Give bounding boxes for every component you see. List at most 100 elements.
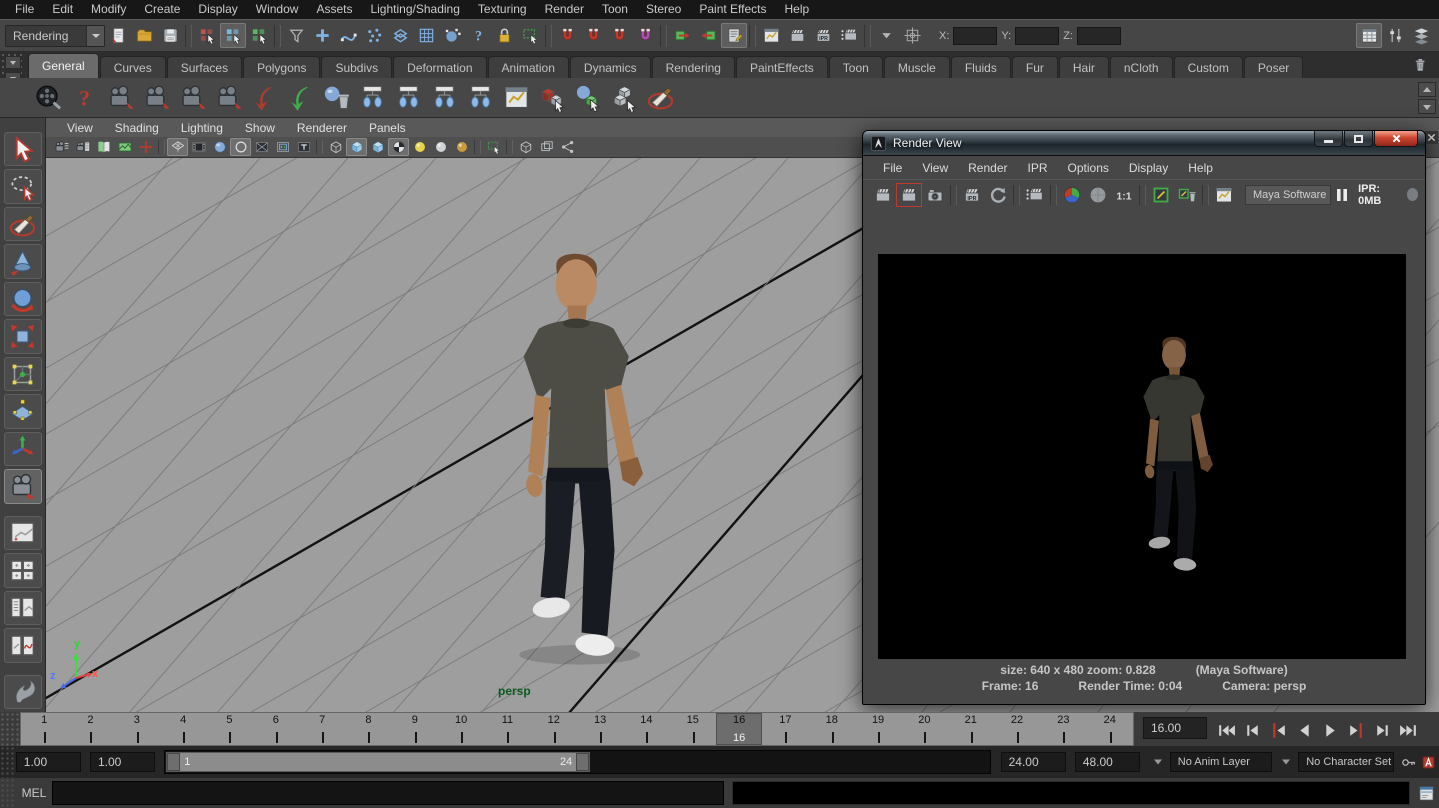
- menu-edit[interactable]: Edit: [43, 0, 82, 19]
- timeline-frame-21[interactable]: 21: [948, 713, 994, 745]
- timeline-frame-4[interactable]: 4: [160, 713, 206, 745]
- snap-curve-icon[interactable]: [335, 23, 361, 48]
- menu-modify[interactable]: Modify: [82, 0, 135, 19]
- menu-stereo[interactable]: Stereo: [637, 0, 690, 19]
- paint-effects-icon[interactable]: [642, 81, 678, 115]
- outliner-persp-layout-button[interactable]: [4, 591, 42, 625]
- alpha-channel-icon[interactable]: [1085, 183, 1111, 207]
- shading-network-icon[interactable]: [390, 81, 426, 115]
- timeline-frame-2[interactable]: 2: [67, 713, 113, 745]
- channel-box-toggle-icon[interactable]: [1356, 23, 1382, 48]
- textured-icon[interactable]: [388, 138, 409, 156]
- timeline-frame-1[interactable]: 1: [21, 713, 67, 745]
- shelf-tab-dynamics[interactable]: Dynamics: [570, 56, 651, 78]
- panel-menu-renderer[interactable]: Renderer: [286, 121, 358, 135]
- timeline-frame-13[interactable]: 13: [577, 713, 623, 745]
- shelf-tab-fur[interactable]: Fur: [1012, 56, 1058, 78]
- mel-command-input[interactable]: [52, 781, 724, 805]
- snapshot-icon[interactable]: [922, 183, 948, 207]
- go-to-end-button[interactable]: [1395, 717, 1421, 744]
- chevron-down-icon[interactable]: [86, 26, 104, 46]
- selection-mask-icon[interactable]: [283, 23, 309, 48]
- snap-magnet-plane-icon[interactable]: [632, 23, 658, 48]
- select-component-icon[interactable]: [246, 23, 272, 48]
- timeline-frame-16[interactable]: 1616: [716, 713, 762, 745]
- move-tool[interactable]: [4, 244, 42, 278]
- use-all-lights-icon[interactable]: [409, 138, 430, 156]
- textured-lights-icon[interactable]: [451, 138, 472, 156]
- shelf-tab-ncloth[interactable]: nCloth: [1110, 56, 1173, 78]
- select-tool[interactable]: [4, 132, 42, 166]
- transform-mode-icon[interactable]: [899, 23, 925, 48]
- scroll-down-icon[interactable]: [1418, 99, 1436, 114]
- time-slider[interactable]: 1234567891011121314151616171819202122232…: [20, 712, 1134, 746]
- animation-end-field[interactable]: 48.00: [1075, 752, 1140, 772]
- camera-tilt-icon[interactable]: [174, 81, 210, 115]
- scroll-up-icon[interactable]: [1418, 82, 1436, 97]
- timeline-frame-18[interactable]: 18: [809, 713, 855, 745]
- snap-plane-icon[interactable]: [387, 23, 413, 48]
- output-connections-icon[interactable]: [695, 23, 721, 48]
- render-region-icon[interactable]: [1022, 183, 1048, 207]
- bookmark-icon[interactable]: [93, 138, 114, 156]
- lock-selection-icon[interactable]: [491, 23, 517, 48]
- snap-grid-icon[interactable]: [309, 23, 335, 48]
- 2d-pan-zoom-icon[interactable]: [135, 138, 156, 156]
- render-view-titlebar[interactable]: Render View: [863, 131, 1425, 156]
- rgb-channels-icon[interactable]: [1059, 183, 1085, 207]
- shelf-tab-curves[interactable]: Curves: [100, 56, 166, 78]
- safe-title-icon[interactable]: [293, 138, 314, 156]
- snap-point-icon[interactable]: [361, 23, 387, 48]
- single-pane-layout-button[interactable]: [4, 516, 42, 550]
- drag-handle[interactable]: [0, 778, 16, 808]
- current-time-field[interactable]: 16.00: [1143, 717, 1207, 739]
- panel-menu-shading[interactable]: Shading: [104, 121, 170, 135]
- open-scene-icon[interactable]: [131, 23, 157, 48]
- grid-toggle-icon[interactable]: [167, 138, 188, 156]
- timeline-frame-11[interactable]: 11: [484, 713, 530, 745]
- select-object-icon[interactable]: [220, 23, 246, 48]
- playback-range-slider[interactable]: 1 24: [166, 752, 590, 772]
- gate-mask-icon[interactable]: [209, 138, 230, 156]
- anim-layer-selector[interactable]: No Anim Layer: [1170, 752, 1273, 772]
- tool-settings-toggle-icon[interactable]: [1382, 23, 1408, 48]
- timeline-frame-7[interactable]: 7: [299, 713, 345, 745]
- timeline-frame-9[interactable]: 9: [392, 713, 438, 745]
- menu-lighting-shading[interactable]: Lighting/Shading: [361, 0, 468, 19]
- shelf-tab-rendering[interactable]: Rendering: [652, 56, 735, 78]
- timeline-frame-5[interactable]: 5: [206, 713, 252, 745]
- universal-manipulator-tool[interactable]: [4, 357, 42, 391]
- shelf-tab-general[interactable]: General: [28, 53, 99, 78]
- shelf-tab-subdivs[interactable]: Subdivs: [321, 56, 392, 78]
- four-pane-layout-button[interactable]: [4, 553, 42, 587]
- snap-surface-icon[interactable]: [439, 23, 465, 48]
- menu-render[interactable]: Render: [536, 0, 593, 19]
- auto-keyframe-icon[interactable]: [1419, 752, 1439, 772]
- shelf-tab-deformation[interactable]: Deformation: [393, 56, 486, 78]
- camera-attributes-icon[interactable]: [72, 138, 93, 156]
- lasso-select-tool[interactable]: [4, 169, 42, 203]
- shelf-tab-painteffects[interactable]: PaintEffects: [736, 56, 828, 78]
- refresh-ipr-icon[interactable]: [985, 183, 1011, 207]
- multi-pane-icon[interactable]: [536, 138, 557, 156]
- range-end-handle[interactable]: [576, 753, 589, 771]
- play-backwards-button[interactable]: [1291, 717, 1317, 744]
- z-input[interactable]: [1077, 27, 1121, 45]
- chevron-down-icon[interactable]: [1149, 753, 1167, 771]
- pause-ipr-icon[interactable]: [1331, 183, 1353, 207]
- snap-magnet-point-icon[interactable]: [606, 23, 632, 48]
- shelf-tab-polygons[interactable]: Polygons: [243, 56, 320, 78]
- texture-node-icon[interactable]: [426, 81, 462, 115]
- image-plane-icon[interactable]: [114, 138, 135, 156]
- shelf-tab-custom[interactable]: Custom: [1174, 56, 1243, 78]
- ipr-render-icon[interactable]: IPR: [959, 183, 985, 207]
- wireframe-icon[interactable]: [325, 138, 346, 156]
- smooth-shade-icon[interactable]: [346, 138, 367, 156]
- step-back-frame-button[interactable]: [1239, 717, 1265, 744]
- render-view-menu-display[interactable]: Display: [1119, 161, 1178, 175]
- open-render-settings-icon[interactable]: [1211, 183, 1237, 207]
- undo-view-icon[interactable]: [246, 81, 282, 115]
- film-origin-icon[interactable]: [272, 138, 293, 156]
- menu-assets[interactable]: Assets: [307, 0, 361, 19]
- render-view-menu-ipr[interactable]: IPR: [1018, 161, 1058, 175]
